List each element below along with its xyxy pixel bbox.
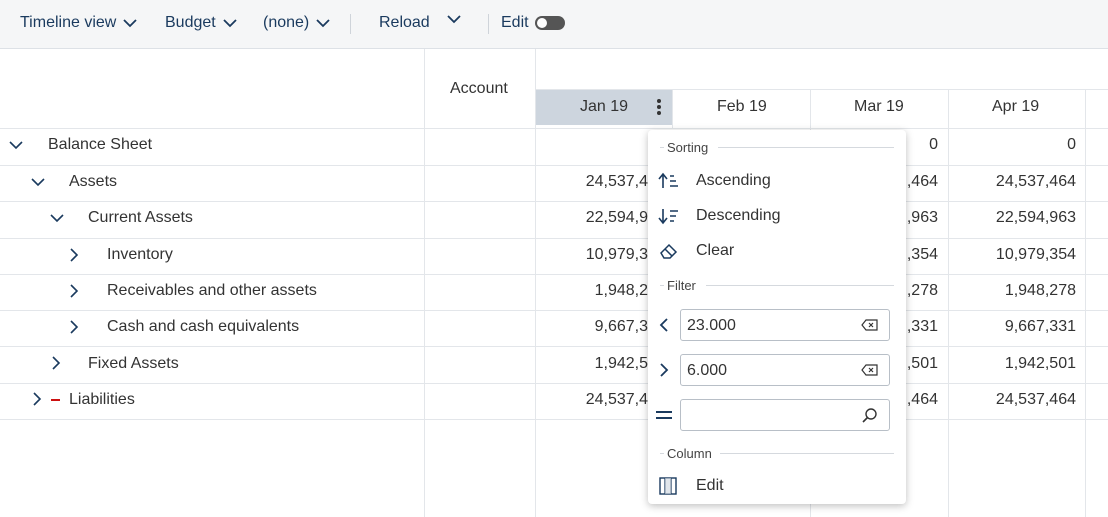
column-header-mar-19[interactable]: Mar 19 [854, 98, 904, 116]
sort-descending-item[interactable]: Descending [696, 207, 781, 225]
column-header-apr-19[interactable]: Apr 19 [992, 98, 1039, 116]
cell-value: 24,537,4 [585, 173, 648, 190]
cell-value: 22,594,963 [995, 209, 1076, 226]
row-label-liabilities[interactable]: Liabilities [69, 391, 135, 409]
filter-less-than-value: 23.000 [687, 317, 736, 334]
toolbar: Timeline view Budget (none) Reload Edit [0, 0, 1108, 49]
section-divider [660, 453, 664, 454]
negative-marker-icon [51, 399, 60, 401]
chevron-down-icon[interactable] [31, 177, 45, 187]
reload-button[interactable]: Reload [379, 14, 430, 32]
chevron-down-icon[interactable] [9, 140, 23, 150]
cell-value: 1,942,501 [1004, 355, 1076, 372]
column-divider [424, 49, 425, 517]
row-divider [0, 419, 1108, 420]
row-label-current-assets[interactable]: Current Assets [88, 209, 193, 227]
toolbar-divider [350, 14, 351, 34]
cell-value: 24,537,4 [585, 391, 648, 408]
filter-greater-than-value: 6.000 [687, 362, 728, 379]
eraser-icon [660, 243, 678, 259]
row-divider [0, 238, 1108, 239]
account-header: Account [450, 80, 508, 97]
cell-value: 1,948,278 [1004, 282, 1076, 299]
row-label-cash[interactable]: Cash and cash equivalents [107, 318, 299, 336]
section-divider [660, 285, 664, 286]
cell-value: 1,942,5 [594, 355, 648, 372]
filter-greater-than-input[interactable]: 6.000 [680, 354, 890, 386]
row-divider [0, 383, 1108, 384]
budget-dropdown[interactable]: Budget [165, 14, 238, 32]
edit-label: Edit [501, 14, 529, 31]
chevron-down-icon [316, 19, 330, 28]
column-menu: Sorting Ascending Descending Clear Filte… [648, 130, 906, 504]
section-divider [720, 453, 894, 454]
cell-value: 9,667,331 [1004, 318, 1076, 335]
row-divider [0, 310, 1108, 311]
budget-label: Budget [165, 14, 216, 31]
row-divider [0, 274, 1108, 275]
chevron-down-icon [223, 19, 237, 28]
cell-value: 10,979,3 [585, 246, 648, 263]
greater-than-icon [660, 363, 669, 377]
less-than-icon [659, 318, 668, 332]
chevron-down-icon [123, 19, 137, 28]
sort-ascending-item[interactable]: Ascending [696, 172, 771, 190]
sort-ascending-icon [658, 172, 678, 188]
row-divider [0, 128, 1108, 129]
column-header-feb-19[interactable]: Feb 19 [717, 98, 767, 116]
row-divider [0, 346, 1108, 347]
cell-value: 24,537,464 [995, 173, 1076, 190]
chevron-down-icon [447, 15, 461, 24]
none-label: (none) [263, 14, 310, 31]
sorting-section-title: Sorting [667, 140, 715, 155]
kebab-menu-icon[interactable] [655, 97, 663, 117]
row-label-assets[interactable]: Assets [69, 173, 117, 191]
filter-section-title: Filter [667, 278, 702, 293]
chevron-right-icon[interactable] [69, 320, 79, 334]
column-section-title: Column [667, 446, 718, 461]
row-label-inventory[interactable]: Inventory [107, 246, 173, 264]
cell-value: 0 [1067, 136, 1076, 153]
equals-icon [656, 411, 672, 419]
cell-value: 24,537,464 [995, 391, 1076, 408]
row-label-fixed-assets[interactable]: Fixed Assets [88, 355, 179, 373]
edit-toggle-switch[interactable] [534, 16, 565, 30]
column-header-label: Jan 19 [580, 98, 629, 115]
column-divider [672, 89, 673, 129]
section-divider [706, 285, 894, 286]
clear-input-icon[interactable] [861, 319, 879, 331]
cell-value: 10,979,354 [995, 246, 1076, 263]
row-divider [0, 165, 1108, 166]
sort-clear-item[interactable]: Clear [696, 242, 734, 260]
timeline-view-dropdown[interactable]: Timeline view [20, 14, 138, 32]
toolbar-divider [488, 14, 489, 34]
cell-value: 9,667,3 [594, 318, 648, 335]
timeline-view-label: Timeline view [20, 14, 117, 31]
filter-less-than-input[interactable]: 23.000 [680, 309, 890, 341]
row-divider [0, 201, 1108, 202]
reload-label: Reload [379, 14, 430, 31]
search-icon[interactable] [861, 407, 879, 425]
reload-dropdown[interactable] [446, 14, 462, 24]
clear-input-icon[interactable] [861, 364, 879, 376]
chevron-right-icon[interactable] [32, 392, 42, 406]
chevron-down-icon[interactable] [50, 213, 64, 223]
section-divider [718, 147, 894, 148]
edit-toggle[interactable]: Edit [501, 14, 565, 32]
none-dropdown[interactable]: (none) [263, 14, 331, 32]
column-edit-icon [659, 477, 677, 495]
column-divider [1085, 89, 1086, 517]
section-divider [660, 147, 664, 148]
filter-equals-input[interactable] [680, 399, 890, 431]
sort-descending-icon [658, 209, 678, 225]
column-edit-item[interactable]: Edit [696, 477, 724, 495]
chevron-right-icon[interactable] [51, 356, 61, 370]
row-label-balance-sheet[interactable]: Balance Sheet [48, 136, 152, 154]
data-grid: Account Jan 19 Feb 19 Mar 19 Apr 19 Bala… [0, 49, 1108, 517]
cell-value: 22,594,9 [585, 209, 648, 226]
chevron-right-icon[interactable] [69, 284, 79, 298]
row-label-receivables[interactable]: Receivables and other assets [107, 282, 317, 300]
chevron-right-icon[interactable] [69, 248, 79, 262]
cell-value: 1,948,2 [594, 282, 648, 299]
